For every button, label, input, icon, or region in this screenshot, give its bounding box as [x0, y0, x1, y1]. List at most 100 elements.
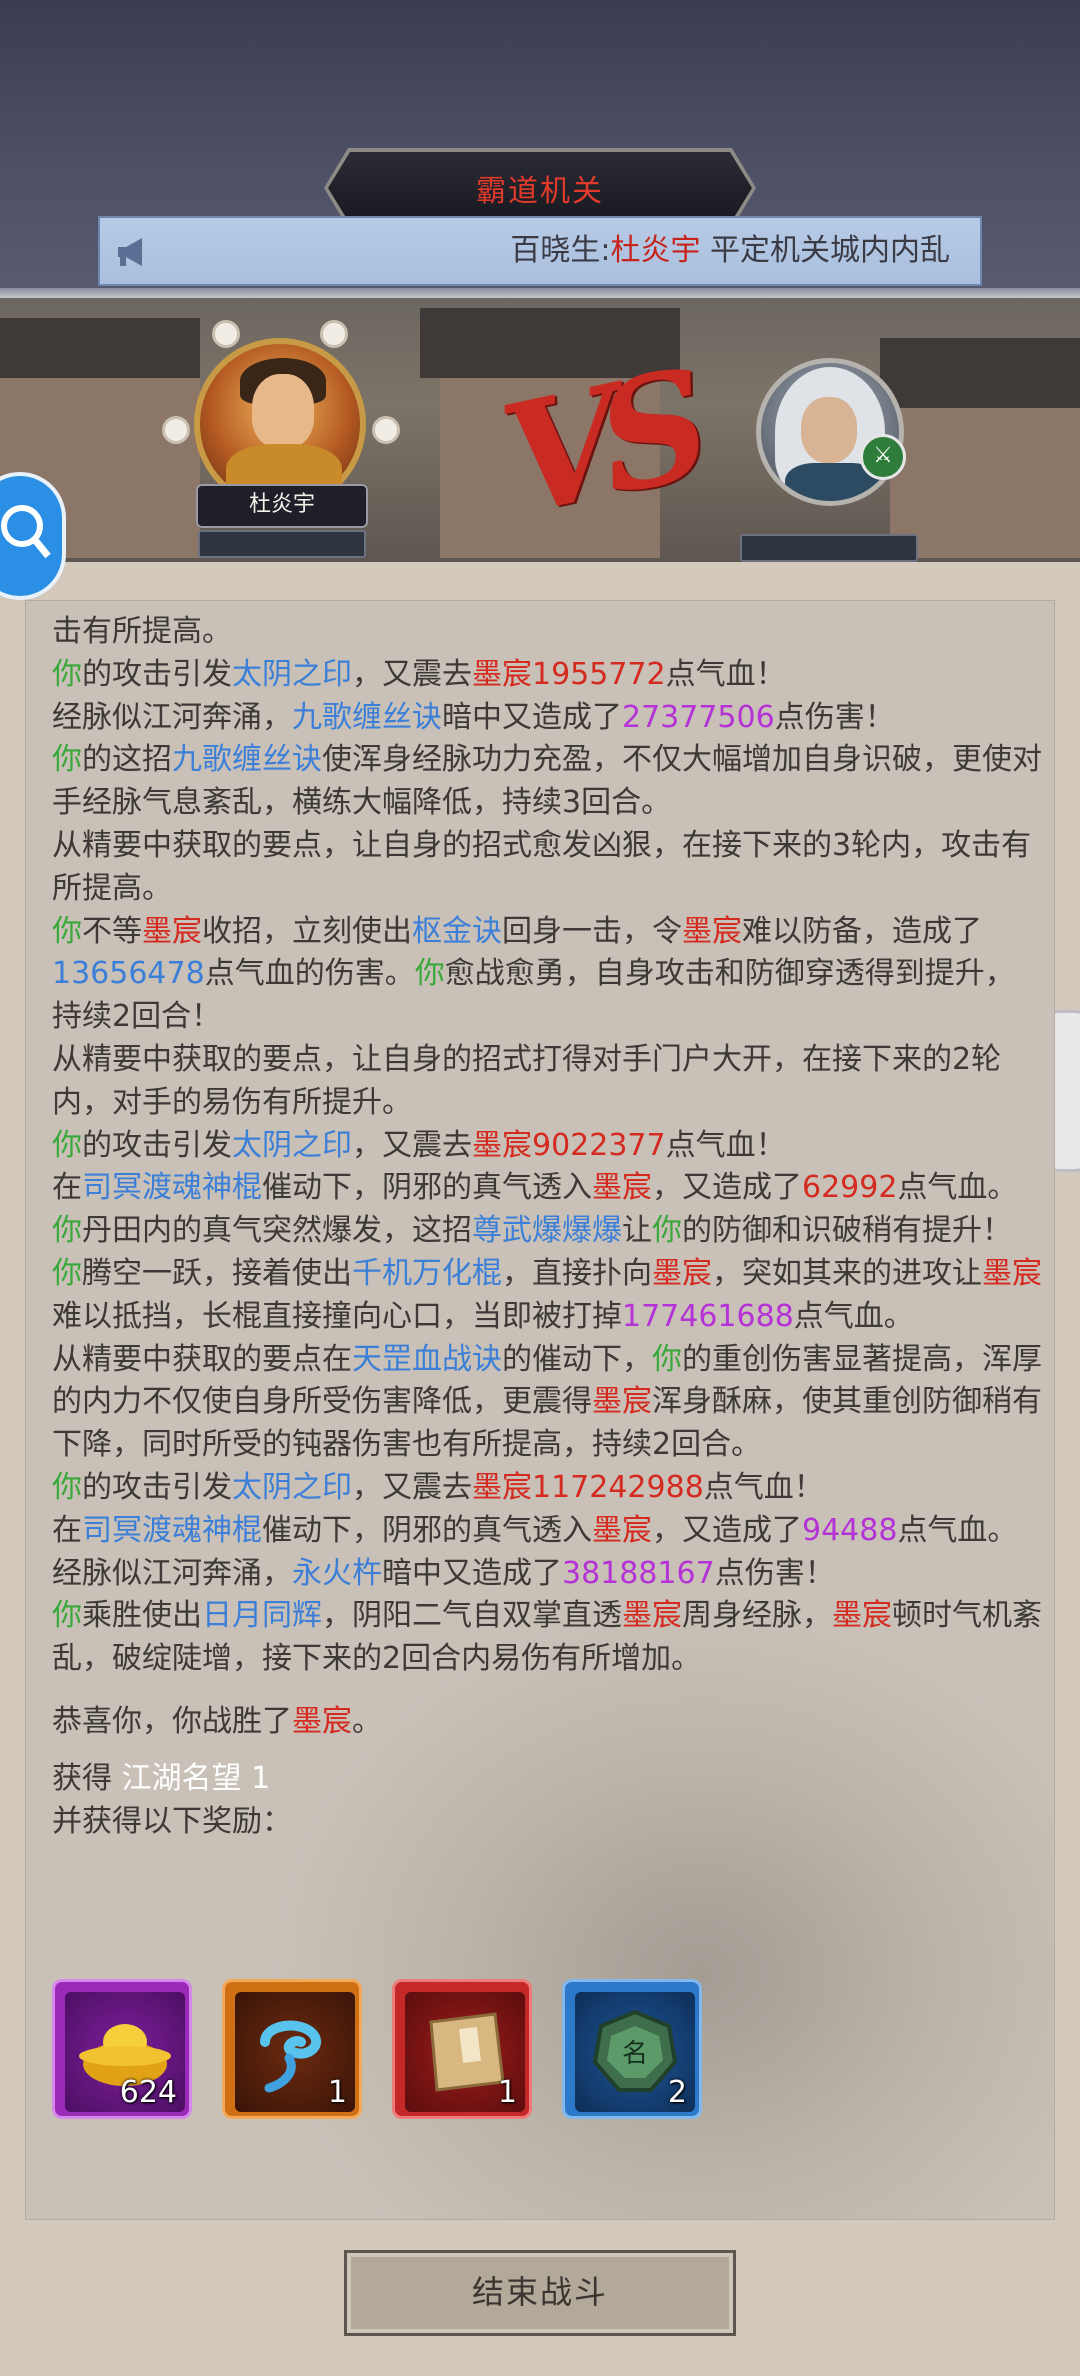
log-segment: 你	[414, 956, 445, 992]
log-segment: 38188167	[562, 1555, 715, 1591]
announcement-text: 百晓生:杜炎宇 平定机关城内内乱	[510, 218, 950, 284]
scene-wall	[890, 408, 1080, 558]
log-segment: 催动下，阴邪的真气透入	[262, 1170, 592, 1206]
log-segment: 太阴之印	[232, 1469, 352, 1505]
log-segment: 太阴之印	[232, 656, 352, 692]
log-segment: 117242988	[532, 1469, 704, 1505]
log-segment: 的攻击引发	[82, 1127, 232, 1163]
log-segment: 让	[622, 1213, 652, 1249]
announcement-source: 百晓生:	[510, 233, 611, 268]
log-entry: 从精要中获取的要点，让自身的招式愈发凶狠，在接下来的3轮内，攻击有所提高。	[52, 825, 1042, 911]
log-entry: 你不等墨宸收招，立刻使出枢金诀回身一击，令墨宸难以防备，造成了13656478点…	[52, 911, 1042, 1039]
log-segment: 墨宸	[592, 1512, 652, 1548]
log-entry: 你的攻击引发太阴之印，又震去墨宸117242988点气血！	[52, 1467, 1042, 1510]
gain-value: 江湖名望 1	[121, 1760, 271, 1796]
log-segment: 的防御和识破稍有提升！	[682, 1213, 1012, 1249]
log-segment: 9022377	[532, 1127, 666, 1163]
frame-ornament	[320, 320, 348, 348]
log-entry: 在司冥渡魂神棍催动下，阴邪的真气透入墨宸，又造成了62992点气血。	[52, 1167, 1042, 1210]
log-segment: 点气血。	[897, 1170, 1018, 1206]
end-battle-button[interactable]: 结束战斗	[344, 2250, 736, 2336]
log-segment: 收招，立刻使出	[202, 913, 412, 949]
victory-prefix: 恭喜你，你战胜了	[52, 1703, 292, 1739]
header-divider	[0, 288, 1080, 298]
victory-suffix: 。	[352, 1703, 382, 1739]
enemy-avatar[interactable]	[756, 358, 904, 506]
log-segment: 点气血！	[703, 1469, 824, 1505]
log-entry: 经脉似江河奔涌，九歌缠丝诀暗中又造成了27377506点伤害！	[52, 697, 1042, 740]
log-segment: 经脉似江河奔涌，	[52, 699, 292, 735]
scene-roof	[880, 338, 1080, 408]
log-segment: 你	[52, 913, 82, 949]
log-segment: 点气血。	[897, 1512, 1018, 1548]
log-segment: 在	[52, 1512, 82, 1548]
log-segment: 回身一击，令	[502, 913, 682, 949]
log-segment: 经脉似江河奔涌，	[52, 1555, 292, 1591]
log-segment: 点伤害！	[714, 1555, 835, 1591]
victory-message: 恭喜你，你战胜了墨宸。	[52, 1701, 1042, 1744]
rewards-label: 并获得以下奖励：	[52, 1803, 292, 1839]
log-segment: 62992	[802, 1170, 898, 1206]
log-entry: 你的攻击引发太阴之印，又震去墨宸9022377点气血！	[52, 1125, 1042, 1168]
log-segment: 墨宸	[652, 1255, 712, 1291]
reward-quantity: 1	[497, 2075, 517, 2110]
enemy-hp-bar	[740, 534, 918, 562]
log-segment: 不等	[82, 913, 142, 949]
reward-slot[interactable]: 1	[222, 1979, 362, 2119]
log-segment: 墨宸	[832, 1598, 892, 1634]
enemy-face	[801, 397, 857, 463]
battle-log-lines: 击有所提高。 你的攻击引发太阴之印，又震去墨宸1955772点气血！ 经脉似江河奔涌…	[52, 611, 1042, 1681]
log-segment: ，直接扑向	[502, 1255, 652, 1291]
svg-text:名: 名	[622, 2039, 648, 2069]
log-segment: 你	[52, 1213, 82, 1249]
log-segment: 你	[52, 742, 82, 778]
log-segment: 太阴之印	[232, 1127, 352, 1163]
log-segment: 催动下，阴邪的真气透入	[262, 1512, 592, 1548]
reward-slot[interactable]: 1	[392, 1979, 532, 2119]
log-segment: 腾空一跃，接着使出	[82, 1255, 352, 1291]
log-segment: 九歌缠丝诀	[292, 699, 442, 735]
log-entry: 你丹田内的真气突然爆发，这招尊武爆爆爆让你的防御和识破稍有提升！	[52, 1210, 1042, 1253]
page-title: 霸道机关	[476, 174, 604, 209]
log-segment: ，突如其来的进攻让	[712, 1255, 982, 1291]
reward-quantity: 1	[327, 2075, 347, 2110]
log-segment: 暗中又造成了	[382, 1555, 562, 1591]
log-segment: 你	[52, 1469, 82, 1505]
vs-emblem: VS	[488, 338, 706, 550]
log-segment: 点气血的伤害。	[204, 956, 415, 992]
log-segment: 尊武爆爆爆	[472, 1213, 622, 1249]
log-entry: 击有所提高。	[52, 611, 1042, 654]
frame-ornament	[162, 416, 190, 444]
player-face	[252, 374, 314, 448]
log-segment: 墨宸	[622, 1598, 682, 1634]
magnifier-icon	[1, 505, 51, 559]
log-segment: 你	[52, 1127, 82, 1163]
log-segment: 你	[52, 1255, 82, 1291]
log-segment: 九歌缠丝诀	[172, 742, 322, 778]
log-segment: 暗中又造成了	[442, 699, 622, 735]
log-entry: 你的攻击引发太阴之印，又震去墨宸1955772点气血！	[52, 654, 1042, 697]
log-entry: 在司冥渡魂神棍催动下，阴邪的真气透入墨宸，又造成了94488点气血。	[52, 1510, 1042, 1553]
log-segment: 点气血！	[665, 656, 786, 692]
log-segment: 千机万化棍	[352, 1255, 502, 1291]
log-segment: 你	[652, 1341, 682, 1377]
log-segment: 你	[52, 1598, 82, 1634]
log-segment: 枢金诀	[412, 913, 502, 949]
reward-slot[interactable]: 名 2	[562, 1979, 702, 2119]
search-float-button[interactable]	[0, 472, 66, 600]
log-segment: 的催动下，	[502, 1341, 652, 1377]
log-entry: 从精要中获取的要点在天罡血战诀的催动下，你的重创伤害显著提高，浑厚的内力不仅使自…	[52, 1339, 1042, 1467]
announcement-player: 杜炎宇	[610, 233, 701, 268]
log-segment: 的攻击引发	[82, 1469, 232, 1505]
player-hp-bar	[198, 530, 366, 558]
log-segment: 13656478	[52, 956, 205, 992]
title-plate: 霸道机关	[328, 152, 752, 224]
log-segment: 27377506	[622, 699, 775, 735]
log-segment: 你	[652, 1213, 682, 1249]
log-entry: 你腾空一跃，接着使出千机万化棍，直接扑向墨宸，突如其来的进攻让墨宸难以抵挡，长棍…	[52, 1253, 1042, 1339]
log-entry: 从精要中获取的要点，让自身的招式打得对手门户大开，在接下来的2轮内，对手的易伤有…	[52, 1039, 1042, 1125]
reward-slot[interactable]: 624	[52, 1979, 192, 2119]
scene-roof	[0, 318, 200, 378]
log-segment: 墨宸	[472, 1469, 532, 1505]
battle-log-panel[interactable]: 击有所提高。 你的攻击引发太阴之印，又震去墨宸1955772点气血！ 经脉似江河奔涌…	[25, 600, 1055, 2220]
